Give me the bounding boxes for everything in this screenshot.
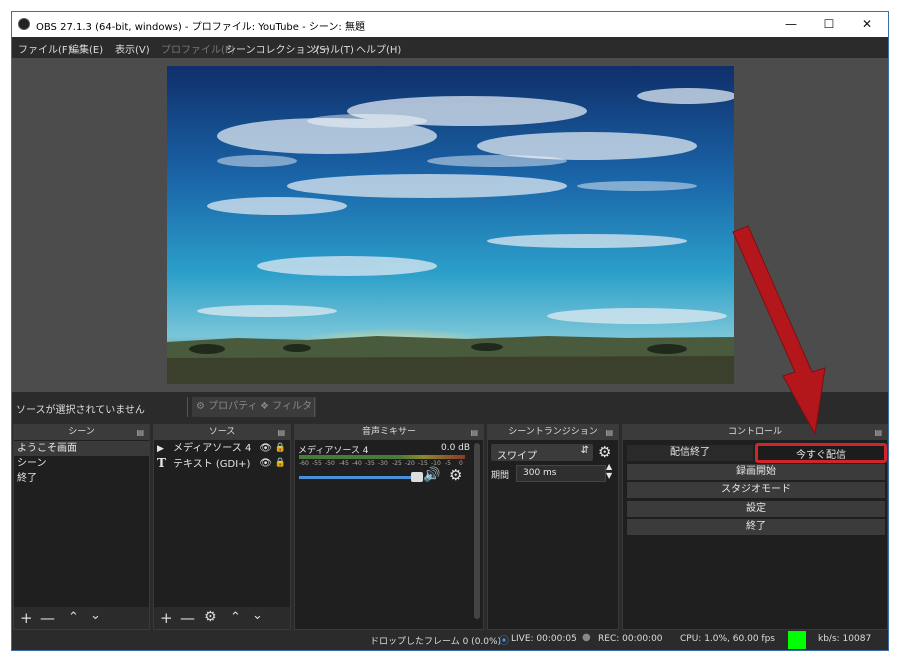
annotation-arrow [732,225,826,436]
red-arrow-icon [732,225,826,436]
